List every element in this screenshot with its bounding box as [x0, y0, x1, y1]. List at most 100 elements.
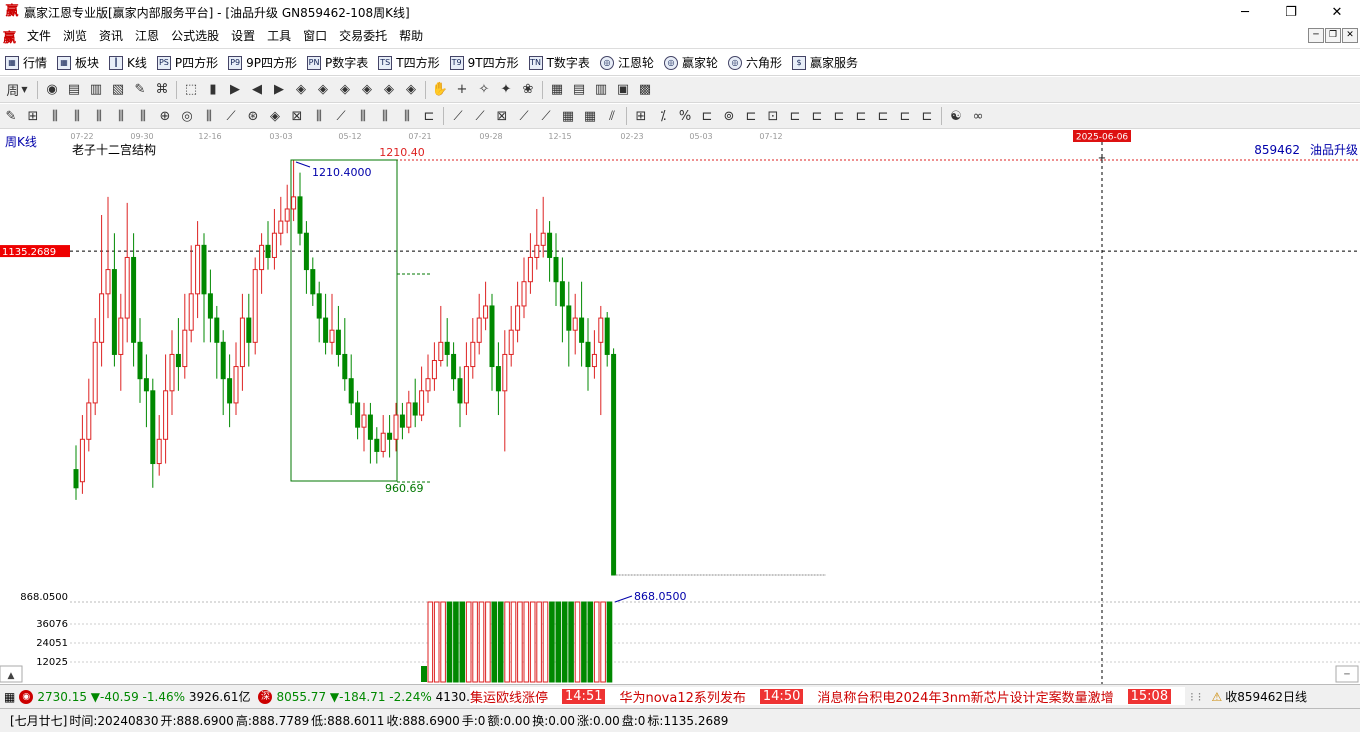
analysis-tool-icon[interactable]: ⟋	[535, 106, 557, 126]
tool-icon[interactable]: ▶	[224, 80, 246, 100]
analysis-tool-icon[interactable]: ⊏	[850, 106, 872, 126]
alert-icon[interactable]: ⚠	[1211, 690, 1222, 704]
menu-formula[interactable]: 公式选股	[165, 24, 225, 49]
analysis-tool-icon[interactable]: ◎	[176, 106, 198, 126]
tool-icon[interactable]: ▶	[268, 80, 290, 100]
analysis-tool-icon[interactable]: ⟋	[220, 106, 242, 126]
resize-dots-icon[interactable]: ⁝ ⁝	[1190, 690, 1201, 704]
tool-icon[interactable]: ◈	[312, 80, 334, 100]
tool-icon[interactable]: ▤	[63, 80, 85, 100]
toolbar-button-9[interactable]: ◎ 江恩轮	[595, 52, 659, 74]
menu-file[interactable]: 文件	[21, 24, 57, 49]
analysis-tool-icon[interactable]: ⊠	[286, 106, 308, 126]
analysis-tool-icon[interactable]: ⫽	[601, 106, 623, 126]
analysis-tool-icon[interactable]: ⫼	[44, 106, 66, 126]
tool-icon[interactable]: ◀	[246, 80, 268, 100]
tool-icon[interactable]: ◈	[378, 80, 400, 100]
analysis-tool-icon[interactable]: ⫼	[88, 106, 110, 126]
toolbar-button-1[interactable]: ▦ 板块	[52, 52, 104, 74]
toolbar-button-12[interactable]: $ 赢家服务	[787, 52, 863, 74]
analysis-tool-icon[interactable]: ⟋	[447, 106, 469, 126]
tool-icon[interactable]: ▥	[590, 80, 612, 100]
analysis-tool-icon[interactable]: ⫼	[352, 106, 374, 126]
candlestick-chart[interactable]: 07-22 09-30 12-16 03-03 05-12 07-21 09-28 12-15…	[0, 130, 1360, 684]
news-item[interactable]: 华为nova12系列发布	[619, 687, 745, 706]
analysis-tool-icon[interactable]: ⊛	[242, 106, 264, 126]
menu-help[interactable]: 帮助	[393, 24, 429, 49]
tool-icon[interactable]: ◈	[290, 80, 312, 100]
analysis-tool-icon[interactable]: ⊞	[22, 106, 44, 126]
analysis-tool-icon[interactable]: ⊏	[696, 106, 718, 126]
tool-icon[interactable]: ▤	[568, 80, 590, 100]
analysis-tool-icon[interactable]: ⟋	[513, 106, 535, 126]
analysis-tool-icon[interactable]: ∞	[967, 106, 989, 126]
tool-icon[interactable]: ⬚	[180, 80, 202, 100]
news-item[interactable]: 消息称台积电2024年3nm新芯片设计定案数量激增	[817, 687, 1113, 706]
tool-icon[interactable]: ◈	[334, 80, 356, 100]
menu-window[interactable]: 窗口	[297, 24, 333, 49]
analysis-tool-icon[interactable]: ▦	[557, 106, 579, 126]
analysis-tool-icon[interactable]: ⫼	[110, 106, 132, 126]
analysis-tool-icon[interactable]: ⟋	[330, 106, 352, 126]
toolbar-button-0[interactable]: ▦ 行情	[0, 52, 52, 74]
toolbar-button-6[interactable]: TS T四方形	[373, 52, 444, 74]
tool-icon[interactable]: ✎	[129, 80, 151, 100]
analysis-tool-icon[interactable]: ⊏	[740, 106, 762, 126]
analysis-tool-icon[interactable]: ⊞	[630, 106, 652, 126]
tool-icon[interactable]: +	[451, 80, 473, 100]
toolbar-button-4[interactable]: P9 9P四方形	[223, 52, 302, 74]
toolbar-button-5[interactable]: PN P数字表	[302, 52, 373, 74]
menu-browse[interactable]: 浏览	[57, 24, 93, 49]
news-ticker[interactable]: 集运欧线涨停 14:51 华为nova12系列发布 14:50 消息称台积电20…	[470, 687, 1185, 705]
analysis-tool-icon[interactable]: ⫼	[374, 106, 396, 126]
toolbar-button-7[interactable]: T9 9T四方形	[445, 52, 524, 74]
analysis-tool-icon[interactable]: ⟋	[469, 106, 491, 126]
close-button[interactable]: ✕	[1314, 0, 1360, 24]
maximize-button[interactable]: ❐	[1268, 0, 1314, 24]
analysis-tool-icon[interactable]: ▦	[579, 106, 601, 126]
tool-icon[interactable]: ◈	[356, 80, 378, 100]
analysis-tool-icon[interactable]: ⊏	[916, 106, 938, 126]
grid-icon[interactable]: ▦	[4, 690, 15, 704]
news-item[interactable]: 集运欧线涨停	[470, 687, 548, 706]
mdi-close-button[interactable]: ✕	[1342, 28, 1358, 43]
toolbar-button-2[interactable]: ┃ K线	[104, 52, 152, 74]
tool-icon[interactable]: ⌘	[151, 80, 173, 100]
analysis-tool-icon[interactable]: ⫼	[198, 106, 220, 126]
analysis-tool-icon[interactable]: ⊏	[894, 106, 916, 126]
analysis-tool-icon[interactable]: ◈	[264, 106, 286, 126]
tool-icon[interactable]: ◈	[400, 80, 422, 100]
toolbar-button-3[interactable]: PS P四方形	[152, 52, 223, 74]
analysis-tool-icon[interactable]: ⊠	[491, 106, 513, 126]
tool-icon[interactable]: ▧	[107, 80, 129, 100]
analysis-tool-icon[interactable]: ⊏	[418, 106, 440, 126]
analysis-tool-icon[interactable]: %	[674, 106, 696, 126]
menu-settings[interactable]: 设置	[225, 24, 261, 49]
tool-icon[interactable]: ▦	[546, 80, 568, 100]
menu-info[interactable]: 资讯	[93, 24, 129, 49]
analysis-tool-icon[interactable]: ⊏	[828, 106, 850, 126]
tool-icon[interactable]: ✋	[429, 80, 451, 100]
analysis-tool-icon[interactable]: ⊚	[718, 106, 740, 126]
tool-icon[interactable]: ✦	[495, 80, 517, 100]
toolbar-button-10[interactable]: ◎ 赢家轮	[659, 52, 723, 74]
tool-icon[interactable]: ◉	[41, 80, 63, 100]
analysis-tool-icon[interactable]: ⫼	[308, 106, 330, 126]
mdi-minimize-button[interactable]: ─	[1308, 28, 1324, 43]
analysis-tool-icon[interactable]: ⊏	[806, 106, 828, 126]
mdi-restore-button[interactable]: ❐	[1325, 28, 1341, 43]
period-selector[interactable]: 周 ▼	[0, 80, 34, 100]
analysis-tool-icon[interactable]: ☯	[945, 106, 967, 126]
menu-tools[interactable]: 工具	[261, 24, 297, 49]
analysis-tool-icon[interactable]: ⫼	[66, 106, 88, 126]
analysis-tool-icon[interactable]: ⊡	[762, 106, 784, 126]
analysis-tool-icon[interactable]: ✎	[0, 106, 22, 126]
toolbar-button-8[interactable]: TN T数字表	[524, 52, 595, 74]
analysis-tool-icon[interactable]: ⫼	[132, 106, 154, 126]
analysis-tool-icon[interactable]: ⊕	[154, 106, 176, 126]
analysis-tool-icon[interactable]: ⊏	[784, 106, 806, 126]
analysis-tool-icon[interactable]: ⫼	[396, 106, 418, 126]
chart-area[interactable]: 07-22 09-30 12-16 03-03 05-12 07-21 09-28 12-15…	[0, 130, 1360, 684]
tool-icon[interactable]: ✧	[473, 80, 495, 100]
menu-logo-icon[interactable]: 赢	[3, 27, 21, 46]
